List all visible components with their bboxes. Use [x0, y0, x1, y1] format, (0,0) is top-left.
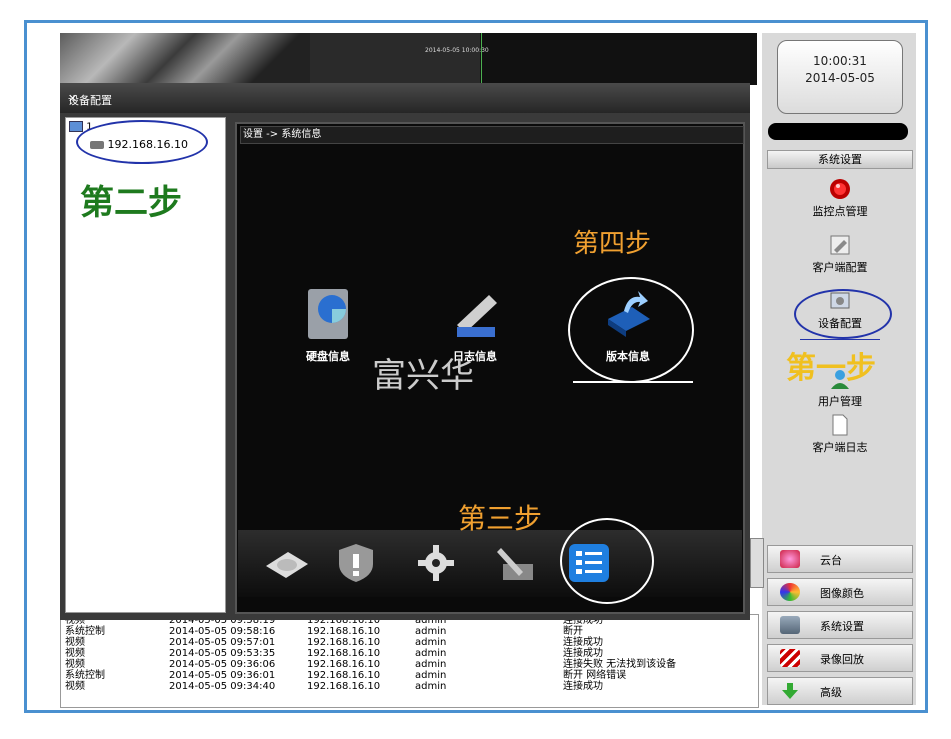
clock-date: 2014-05-05	[805, 71, 875, 85]
monitor-point-label: 监控点管理	[812, 205, 868, 218]
advanced-icon	[782, 683, 798, 699]
client-log-item[interactable]: 客户端日志	[767, 414, 913, 455]
annotation-circle-system-info	[560, 518, 654, 604]
log-message: 连接失败 无法找到该设备	[563, 659, 677, 670]
annotation-circle-version	[568, 277, 694, 383]
log-message: 断开	[563, 626, 583, 637]
hard-disk-icon	[308, 289, 348, 339]
table-row[interactable]: 视频 2014-05-05 09:34:40 192.168.16.10 admin 连…	[61, 681, 747, 692]
camera-feed-2	[310, 33, 480, 85]
disk-icon[interactable]	[264, 542, 310, 584]
annotation-underline	[800, 339, 880, 340]
close-icon[interactable]: ✕	[68, 92, 77, 105]
clock-display: 10:00:31 2014-05-05	[777, 40, 903, 114]
record-icon	[830, 179, 850, 199]
log-message: 断开 网络错误	[563, 670, 627, 681]
table-row[interactable]: 系统控制 2014-05-05 09:58:16 192.168.16.10 admi…	[61, 626, 747, 637]
system-settings-header[interactable]: 系统设置	[767, 150, 913, 169]
watermark: 富兴华	[372, 356, 474, 396]
table-row[interactable]: 视频 2014-05-05 09:57:01 192.168.16.10 admin 连…	[61, 637, 747, 648]
settings-toolbar	[238, 530, 742, 597]
client-log-label: 客户端日志	[812, 441, 868, 454]
settings-icon	[780, 616, 800, 634]
log-file-icon	[832, 414, 848, 436]
log-ip: 192.168.16.10	[307, 626, 381, 637]
camera-feed	[60, 33, 310, 85]
log-type: 视频	[65, 648, 85, 659]
table-row[interactable]: 视频 2014-05-05 09:53:35 192.168.16.10 admin 连…	[61, 648, 747, 659]
image-color-button[interactable]: 图像颜色	[767, 578, 913, 606]
log-ip: 192.168.16.10	[307, 681, 381, 692]
shield-icon[interactable]	[333, 542, 379, 584]
log-type: 视频	[65, 659, 85, 670]
log-ip: 192.168.16.10	[307, 670, 381, 681]
log-user: admin	[415, 659, 447, 670]
clock-time: 10:00:31	[813, 54, 867, 68]
client-config-item[interactable]: 客户端配置	[767, 234, 913, 275]
playback-icon	[780, 649, 800, 667]
annotation-underline-version	[573, 381, 693, 383]
annotation-step4: 第四步	[573, 229, 652, 259]
annotation-circle-device-config	[794, 289, 892, 339]
annotation-step1: 第一步	[786, 351, 876, 386]
log-time: 2014-05-05 09:36:01	[169, 670, 276, 681]
log-type: 视频	[65, 681, 85, 692]
annotation-step3: 第三步	[458, 502, 543, 535]
log-message: 连接成功	[563, 637, 603, 648]
system-settings-label: 系统设置	[820, 620, 864, 633]
ptz-icon	[780, 550, 800, 568]
log-user: admin	[415, 648, 447, 659]
log-type: 系统控制	[65, 670, 105, 681]
gear-icon[interactable]	[413, 542, 459, 584]
ptz-button[interactable]: 云台	[767, 545, 913, 573]
log-table[interactable]: 视频 2014-05-05 09:58:19 192.168.16.10 admin 连…	[60, 614, 759, 708]
dialog-titlebar[interactable]: 设备配置 ✕	[60, 83, 750, 113]
log-user: admin	[415, 670, 447, 681]
log-user: admin	[415, 626, 447, 637]
log-user: admin	[415, 681, 447, 692]
system-settings-button[interactable]: 系统设置	[767, 611, 913, 639]
vertical-scrollbar[interactable]	[750, 538, 764, 588]
client-config-label: 客户端配置	[812, 261, 868, 274]
video-divider	[481, 33, 482, 85]
log-ip: 192.168.16.10	[307, 659, 381, 670]
ptz-label: 云台	[820, 554, 842, 567]
hard-disk-label: 硬盘信息	[306, 350, 350, 363]
log-time: 2014-05-05 09:57:01	[169, 637, 276, 648]
annotation-circle-device-node	[76, 120, 208, 164]
log-user: admin	[415, 637, 447, 648]
image-color-label: 图像颜色	[820, 587, 864, 600]
playback-label: 录像回放	[820, 653, 864, 666]
log-message: 连接成功	[563, 648, 603, 659]
log-time: 2014-05-05 09:58:16	[169, 626, 276, 637]
color-icon	[780, 583, 800, 601]
advanced-label: 高级	[820, 686, 842, 699]
table-row[interactable]: 视频 2014-05-05 09:36:06 192.168.16.10 admin 连…	[61, 659, 747, 670]
playback-button[interactable]: 录像回放	[767, 644, 913, 672]
log-ip: 192.168.16.10	[307, 637, 381, 648]
client-config-icon	[830, 235, 850, 255]
log-time: 2014-05-05 09:36:06	[169, 659, 276, 670]
log-time: 2014-05-05 09:53:35	[169, 648, 276, 659]
status-bar	[768, 123, 908, 140]
video-timestamp: 2014-05-05 10:00:30	[425, 47, 489, 54]
tools-icon[interactable]	[493, 542, 539, 584]
video-preview[interactable]: 2014-05-05 10:00:30	[60, 33, 757, 85]
log-type: 视频	[65, 637, 85, 648]
log-type: 系统控制	[65, 626, 105, 637]
log-time: 2014-05-05 09:34:40	[169, 681, 276, 692]
hard-disk-info-button[interactable]: 硬盘信息	[293, 285, 363, 364]
advanced-button[interactable]: 高级	[767, 677, 913, 705]
annotation-step2: 第二步	[80, 183, 182, 223]
log-ip: 192.168.16.10	[307, 648, 381, 659]
monitor-point-item[interactable]: 监控点管理	[767, 178, 913, 219]
folder-icon	[69, 121, 83, 132]
table-row[interactable]: 系统控制 2014-05-05 09:36:01 192.168.16.10 admi…	[61, 670, 747, 681]
user-management-label: 用户管理	[818, 395, 862, 408]
breadcrumb: 设置 -> 系统信息	[240, 126, 744, 144]
log-info-icon	[457, 295, 497, 337]
log-message: 连接成功	[563, 681, 603, 692]
